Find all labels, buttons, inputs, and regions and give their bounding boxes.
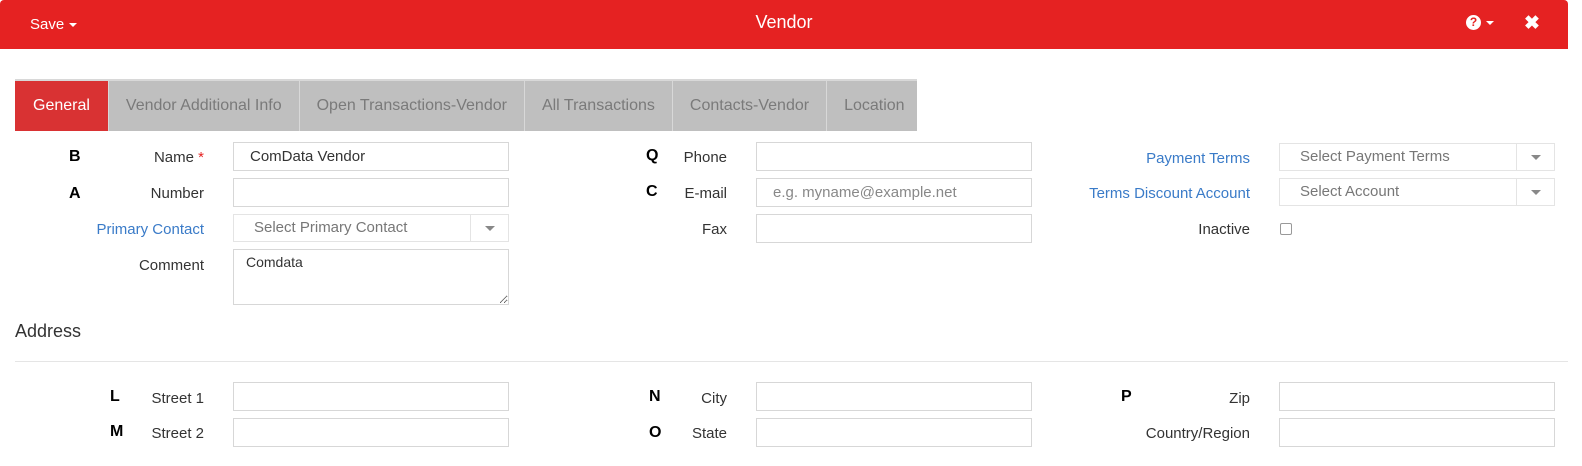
marker-p: P (1121, 388, 1132, 405)
tab-all-transactions[interactable]: All Transactions (525, 81, 673, 131)
street1-input[interactable] (233, 382, 509, 411)
street2-label: Street 2 (151, 425, 204, 442)
primary-contact-select[interactable]: Select Primary Contact (233, 214, 509, 242)
fax-input[interactable] (756, 214, 1032, 243)
name-label: Name * (154, 149, 204, 166)
fax-label: Fax (701, 221, 727, 238)
terms-discount-account-placeholder: Select Account (1300, 183, 1400, 200)
tab-open-transactions-vendor[interactable]: Open Transactions-Vendor (300, 81, 525, 131)
terms-discount-account-link[interactable]: Terms Discount Account (1089, 185, 1250, 202)
country-region-label: Country/Region (1145, 425, 1250, 442)
email-label: E-mail (684, 185, 727, 202)
address-section-title: Address (15, 321, 82, 341)
comment-label: Comment (138, 257, 204, 274)
primary-contact-link[interactable]: Primary Contact (96, 221, 204, 238)
inactive-checkbox[interactable] (1280, 223, 1292, 235)
inactive-label: Inactive (1198, 221, 1250, 238)
window-title: Vendor (755, 12, 813, 32)
zip-label: Zip (1229, 390, 1250, 407)
title-bar: Save Vendor ? ✖ (0, 0, 1568, 49)
caret-down-icon (1486, 20, 1494, 25)
state-label: State (691, 425, 727, 442)
payment-terms-select[interactable]: Select Payment Terms (1279, 143, 1555, 171)
terms-discount-account-select[interactable]: Select Account (1279, 178, 1555, 206)
comment-textarea[interactable]: Comdata (233, 249, 509, 305)
name-input[interactable]: ComData Vendor (233, 142, 509, 171)
close-icon[interactable]: ✖ (1524, 12, 1540, 35)
chevron-down-icon[interactable] (1516, 144, 1554, 170)
marker-a: A (69, 185, 81, 202)
primary-contact-placeholder: Select Primary Contact (254, 219, 408, 236)
marker-n: N (649, 388, 661, 405)
help-icon: ? (1466, 15, 1481, 31)
email-input[interactable]: e.g. myname@example.net (756, 178, 1032, 207)
chevron-down-icon[interactable] (1516, 179, 1554, 205)
tab-bar: General Vendor Additional Info Open Tran… (15, 79, 917, 131)
section-divider (15, 361, 1568, 362)
tab-general[interactable]: General (15, 81, 109, 131)
street1-label: Street 1 (151, 390, 204, 407)
tab-contacts-vendor[interactable]: Contacts-Vendor (673, 81, 828, 131)
help-menu-button[interactable]: ? (1466, 14, 1494, 32)
number-input[interactable] (233, 178, 509, 207)
marker-l: L (110, 388, 120, 405)
tab-vendor-additional-info[interactable]: Vendor Additional Info (109, 81, 300, 131)
phone-input[interactable] (756, 142, 1032, 171)
marker-c: C (646, 183, 658, 200)
name-label-text: Name (153, 149, 194, 166)
number-label: Number (150, 185, 204, 202)
country-region-input[interactable] (1279, 418, 1555, 447)
phone-label: Phone (683, 149, 727, 166)
chevron-down-icon[interactable] (470, 215, 508, 241)
marker-m: M (110, 423, 124, 440)
state-input[interactable] (756, 418, 1032, 447)
payment-terms-link[interactable]: Payment Terms (1146, 150, 1250, 167)
marker-q: Q (646, 147, 659, 164)
payment-terms-placeholder: Select Payment Terms (1300, 148, 1450, 165)
required-mark: * (198, 149, 204, 166)
city-input[interactable] (756, 382, 1032, 411)
marker-b: B (69, 148, 81, 165)
tab-location[interactable]: Location (827, 81, 922, 131)
city-label: City (701, 390, 727, 407)
marker-o: O (649, 424, 662, 441)
street2-input[interactable] (233, 418, 509, 447)
zip-input[interactable] (1279, 382, 1555, 411)
